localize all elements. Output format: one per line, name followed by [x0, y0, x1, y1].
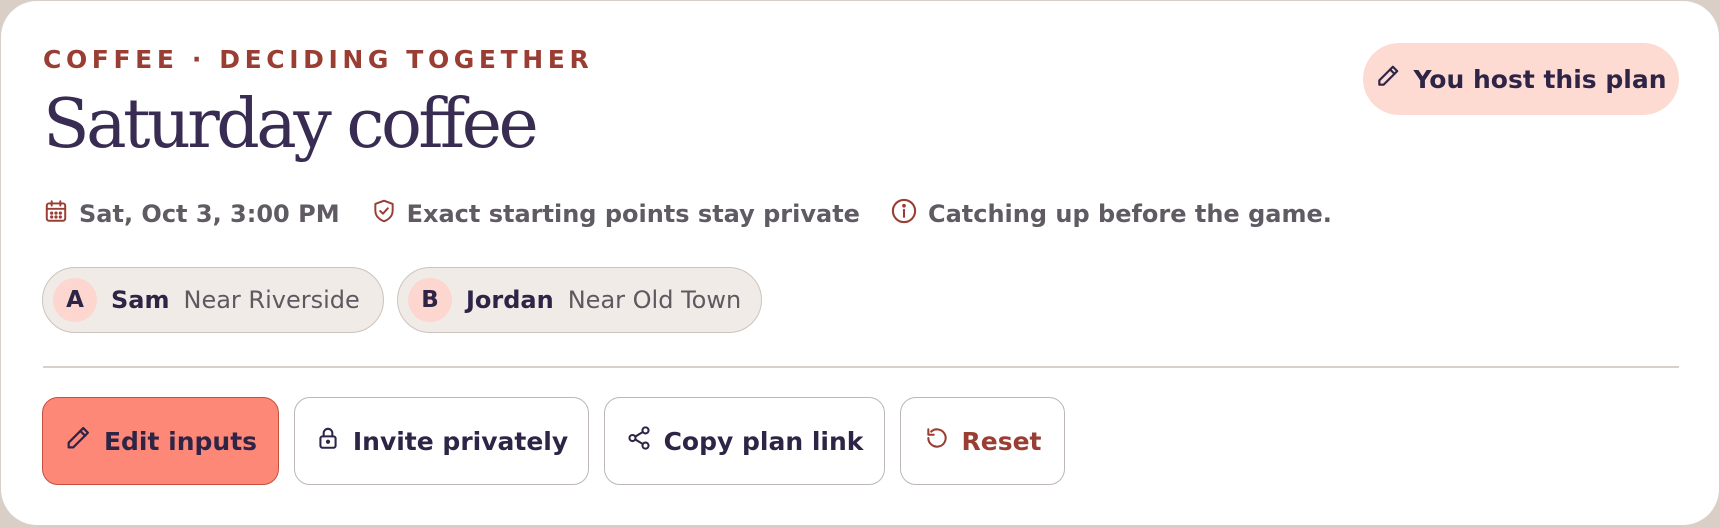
plan-meta-row: Sat, Oct 3, 3:00 PM Exact starting point…: [43, 197, 1332, 231]
pencil-icon: [1375, 63, 1401, 95]
participant-name: Jordan: [466, 286, 554, 314]
reset-label: Reset: [961, 426, 1042, 456]
plan-description-text: Catching up before the game.: [927, 200, 1332, 228]
pencil-icon: [64, 424, 92, 458]
copy-plan-link-label: Copy plan link: [663, 426, 864, 456]
info-icon: [890, 197, 918, 231]
invite-privately-button[interactable]: Invite privately: [294, 397, 589, 485]
participant-avatar: A: [53, 278, 97, 322]
plan-category-label: COFFEE · DECIDING TOGETHER: [43, 45, 594, 74]
plan-card: COFFEE · DECIDING TOGETHER Saturday coff…: [1, 1, 1719, 525]
plan-datetime-text: Sat, Oct 3, 3:00 PM: [79, 200, 340, 228]
participant-location: Near Riverside: [183, 286, 360, 314]
participant-name: Sam: [111, 286, 170, 314]
edit-inputs-label: Edit inputs: [103, 426, 258, 456]
invite-privately-label: Invite privately: [352, 426, 569, 456]
plan-privacy-note: Exact starting points stay private: [371, 198, 860, 230]
page-title: Saturday coffee: [43, 85, 539, 164]
host-badge: You host this plan: [1363, 43, 1679, 115]
participant-chip: B Jordan Near Old Town: [397, 267, 762, 333]
participant-location: Near Old Town: [567, 286, 742, 314]
plan-privacy-text: Exact starting points stay private: [406, 200, 860, 228]
reset-icon: [924, 425, 950, 457]
participant-chip: A Sam Near Riverside: [42, 267, 384, 333]
host-badge-label: You host this plan: [1413, 64, 1667, 94]
participant-avatar: B: [408, 278, 452, 322]
share-icon: [626, 425, 652, 457]
copy-plan-link-button[interactable]: Copy plan link: [604, 397, 885, 485]
shield-check-icon: [371, 198, 397, 230]
lock-icon: [315, 425, 341, 457]
calendar-icon: [43, 198, 69, 230]
section-divider: [43, 366, 1679, 368]
edit-inputs-button[interactable]: Edit inputs: [42, 397, 279, 485]
plan-description: Catching up before the game.: [890, 197, 1332, 231]
reset-button[interactable]: Reset: [900, 397, 1065, 485]
plan-datetime: Sat, Oct 3, 3:00 PM: [43, 198, 340, 230]
